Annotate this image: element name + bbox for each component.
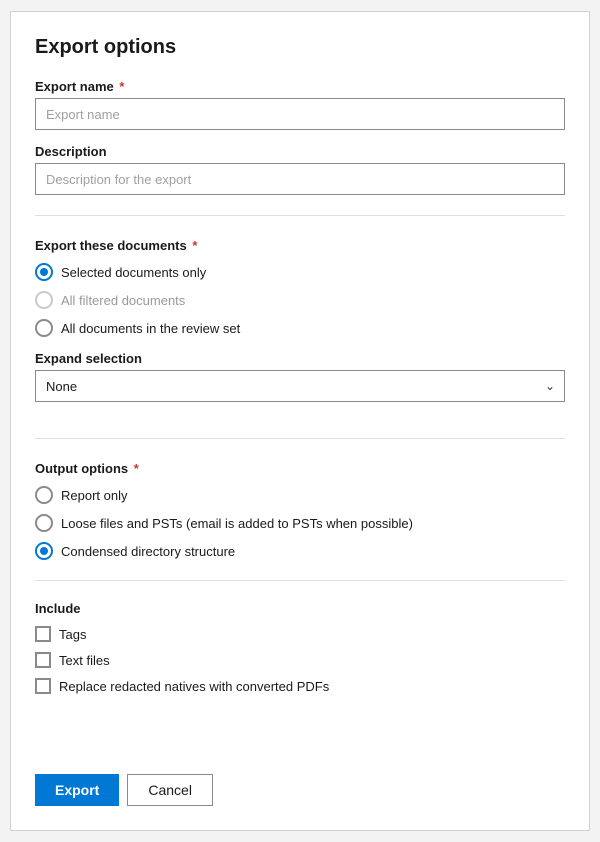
required-star-output: * [130,461,139,476]
output-options-label: Output options * [35,461,565,476]
export-name-field: Export name * [35,79,565,130]
radio-selected-documents[interactable]: Selected documents only [35,263,565,281]
radio-all-filtered: All filtered documents [35,291,565,309]
radio-loose-circle [35,514,53,532]
include-section: Include Tags Text files Replace redacted… [35,595,565,714]
radio-report-circle [35,486,53,504]
checkbox-tags-box [35,626,51,642]
include-checkbox-group: Tags Text files Replace redacted natives… [35,626,565,694]
expand-selection-dropdown[interactable]: None [35,370,565,402]
radio-report-only[interactable]: Report only [35,486,565,504]
expand-selection-wrapper: None ⌄ [35,370,565,402]
checkbox-tags-label: Tags [59,627,86,642]
radio-condensed[interactable]: Condensed directory structure [35,542,565,560]
include-label: Include [35,601,565,616]
checkbox-text-files[interactable]: Text files [35,652,565,668]
cancel-button[interactable]: Cancel [127,774,213,806]
description-label: Description [35,144,565,159]
divider-2 [35,438,565,439]
dialog-footer: Export Cancel [35,750,565,806]
description-input[interactable] [35,163,565,195]
expand-selection-field: Expand selection None ⌄ [35,351,565,418]
radio-filtered-circle [35,291,53,309]
export-name-input[interactable] [35,98,565,130]
output-options-radio-group: Report only Loose files and PSTs (email … [35,486,565,560]
divider-3 [35,580,565,581]
radio-all-label: All documents in the review set [61,321,240,336]
checkbox-replace-redacted-box [35,678,51,694]
export-button[interactable]: Export [35,774,119,806]
radio-loose-files[interactable]: Loose files and PSTs (email is added to … [35,514,565,532]
export-name-label: Export name * [35,79,565,94]
export-documents-section: Export these documents * Selected docume… [35,230,565,351]
radio-condensed-label: Condensed directory structure [61,544,235,559]
radio-report-label: Report only [61,488,127,503]
checkbox-text-files-box [35,652,51,668]
radio-loose-label: Loose files and PSTs (email is added to … [61,516,413,531]
required-star-name: * [116,79,125,94]
radio-all-circle [35,319,53,337]
required-star-docs: * [189,238,198,253]
export-documents-radio-group: Selected documents only All filtered doc… [35,263,565,337]
export-documents-label: Export these documents * [35,238,565,253]
output-options-section: Output options * Report only Loose files… [35,453,565,574]
dialog-title: Export options [35,36,565,59]
checkbox-text-files-label: Text files [59,653,110,668]
radio-selected-circle [35,263,53,281]
radio-filtered-label: All filtered documents [61,293,185,308]
radio-all-documents[interactable]: All documents in the review set [35,319,565,337]
expand-selection-label: Expand selection [35,351,565,366]
export-options-dialog: Export options Export name * Description… [10,11,590,831]
checkbox-replace-redacted[interactable]: Replace redacted natives with converted … [35,678,565,694]
radio-condensed-circle [35,542,53,560]
divider-1 [35,215,565,216]
description-field: Description [35,144,565,195]
radio-selected-label: Selected documents only [61,265,206,280]
checkbox-replace-redacted-label: Replace redacted natives with converted … [59,679,329,694]
checkbox-tags[interactable]: Tags [35,626,565,642]
